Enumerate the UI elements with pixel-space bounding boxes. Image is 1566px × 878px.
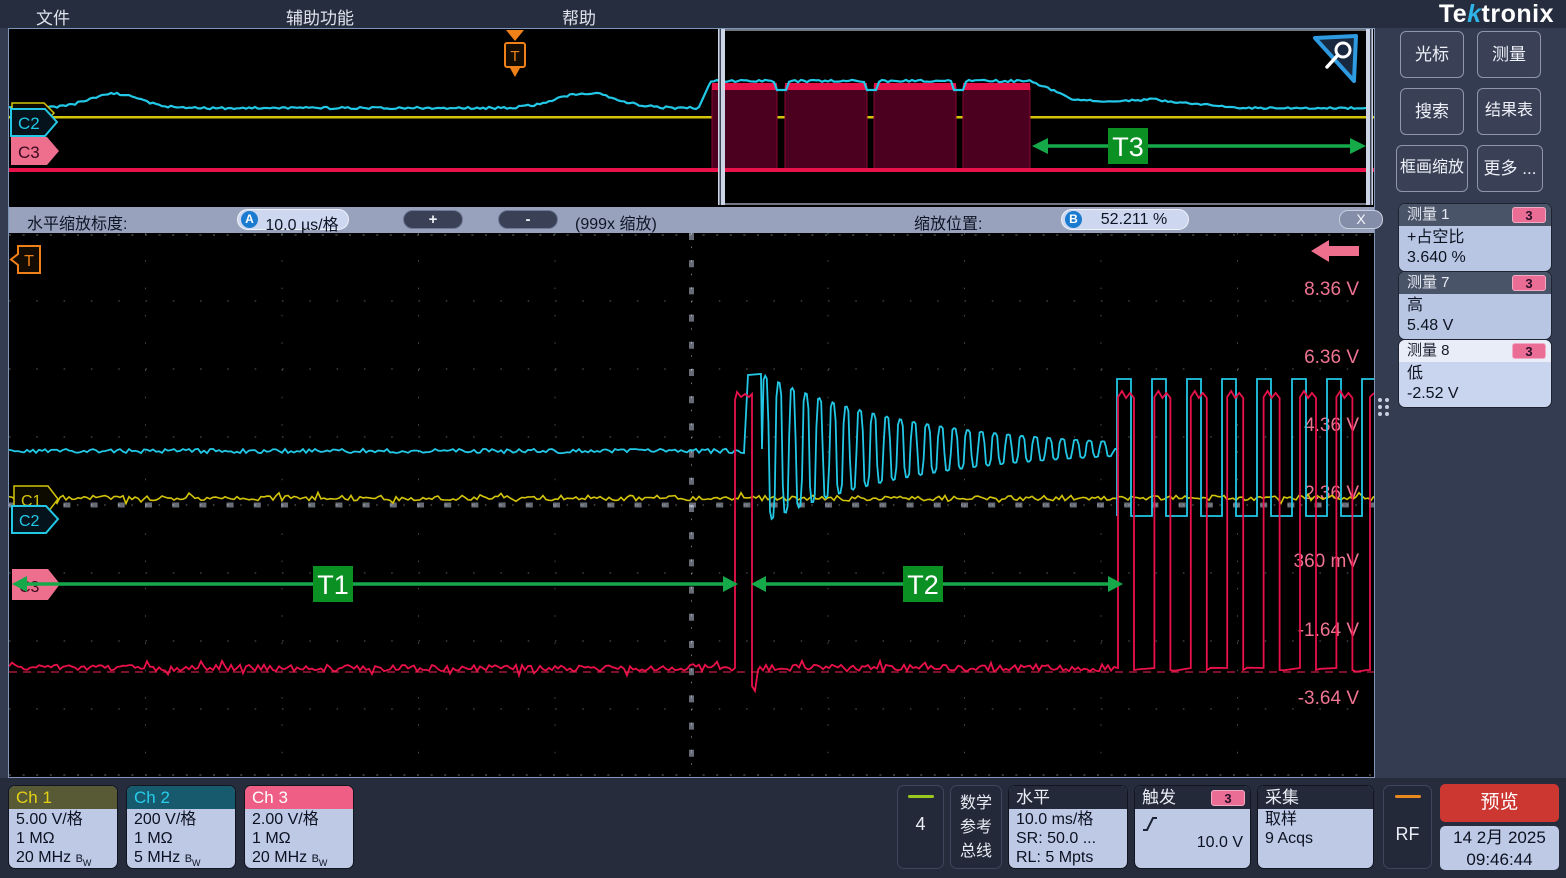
- zoom-window-right-handle[interactable]: [1366, 29, 1373, 205]
- draw-a-box-button[interactable]: 框画缩放: [1396, 145, 1468, 192]
- menu-file[interactable]: 文件: [36, 4, 70, 29]
- horizontal-record-length: RL: 5 Mpts: [1016, 848, 1120, 867]
- acquisition-badge[interactable]: 采集 取样 9 Acqs: [1257, 785, 1374, 869]
- svg-text:4.36 V: 4.36 V: [1304, 415, 1359, 436]
- waveform-overview: C2 C3 T T3: [9, 29, 1374, 207]
- menu-utility[interactable]: 辅助功能: [286, 4, 354, 29]
- measurement-source-badge: 3: [1512, 207, 1546, 223]
- math-ref-bus-button[interactable]: 数学 参考 总线: [950, 785, 1002, 869]
- measurement-badge-8[interactable]: 测量 8 3 低 -2.52 V: [1398, 339, 1552, 408]
- zoom-control-bar: 水平缩放标度: A 10.0 µs/格 + - (999x 缩放) 缩放位置: …: [9, 207, 1374, 233]
- ch2-bandwidth: 5 MHz BW: [134, 848, 228, 869]
- results-drawer-handle[interactable]: [1378, 398, 1388, 416]
- ch4-color-bar: [908, 795, 934, 798]
- overview-ch3-trace: [9, 168, 1374, 172]
- measurement-name: 低: [1407, 364, 1543, 384]
- measure-button[interactable]: 测量: [1477, 31, 1541, 78]
- zoom-window-left-handle[interactable]: [718, 29, 725, 205]
- search-button[interactable]: 搜索: [1400, 88, 1464, 135]
- menu-bar: 文件 辅助功能 帮助 Tektronix: [0, 0, 1566, 28]
- ch3-badge[interactable]: Ch 3 2.00 V/格 1 MΩ 20 MHz BW: [244, 785, 354, 869]
- t1-label: T1: [317, 570, 349, 600]
- ch4-badge[interactable]: 4: [897, 785, 944, 869]
- bottom-settings-bar: Ch 1 5.00 V/格 1 MΩ 20 MHz BW Ch 2 200 V/…: [0, 778, 1566, 878]
- horizontal-scale: 10.0 ms/格: [1016, 810, 1120, 829]
- oscilloscope-screen: 文件 辅助功能 帮助 Tektronix: [0, 0, 1566, 878]
- svg-text:T: T: [24, 253, 34, 270]
- trigger-level: 10.0 V: [1197, 833, 1243, 852]
- svg-text:C2: C2: [18, 114, 40, 133]
- svg-text:8.36 V: 8.36 V: [1304, 279, 1359, 300]
- datetime-display: 14 2月 2025 09:46:44: [1440, 826, 1559, 870]
- zoom-scale-value: 10.0 µs/格: [264, 211, 340, 235]
- date: 14 2月 2025: [1440, 827, 1559, 849]
- svg-text:C2: C2: [19, 513, 40, 530]
- ch2-badge[interactable]: Ch 2 200 V/格 1 MΩ 5 MHz BW: [126, 785, 236, 869]
- svg-text:T: T: [510, 48, 519, 65]
- ch3-bandwidth: 20 MHz BW: [252, 848, 346, 869]
- measurement-value: 5.48 V: [1407, 316, 1543, 336]
- more-button[interactable]: 更多 ...: [1477, 145, 1543, 192]
- ch1-badge[interactable]: Ch 1 5.00 V/格 1 MΩ 20 MHz BW: [8, 785, 118, 869]
- zoom-out-button[interactable]: -: [498, 210, 558, 229]
- trigger-badge[interactable]: 触发 3 10.0 V: [1134, 785, 1251, 869]
- measurement-name: +占空比: [1407, 228, 1543, 248]
- main-graticule: 8.36 V 6.36 V 4.36 V 2.36 V 360 mV -1.64…: [9, 233, 1374, 777]
- trigger-source-badge: 3: [1211, 790, 1245, 806]
- ch3-impedance: 1 MΩ: [252, 829, 346, 848]
- acquisition-count: 9 Acqs: [1265, 829, 1366, 848]
- rf-color-bar: [1395, 795, 1421, 798]
- zoom-position-value: 52.211 %: [1088, 211, 1180, 229]
- tektronix-logo: Tektronix: [1439, 0, 1554, 29]
- time: 09:46:44: [1440, 849, 1559, 871]
- zoom-position-control[interactable]: B 52.211 %: [1061, 209, 1189, 230]
- measurement-badge-7[interactable]: 测量 7 3 高 5.48 V: [1398, 271, 1552, 340]
- measurement-source-badge: 3: [1512, 343, 1546, 359]
- horizontal-badge[interactable]: 水平 10.0 ms/格 SR: 50.0 ... RL: 5 Mpts: [1008, 785, 1128, 869]
- zoom-position-label: 缩放位置:: [914, 210, 982, 234]
- svg-text:2.36 V: 2.36 V: [1304, 483, 1359, 504]
- ch1-bandwidth: 20 MHz BW: [16, 848, 110, 869]
- svg-text:6.36 V: 6.36 V: [1304, 347, 1359, 368]
- knob-a-icon: A: [241, 211, 258, 228]
- horizontal-sample-rate: SR: 50.0 ...: [1016, 829, 1120, 848]
- measurement-value: -2.52 V: [1407, 384, 1543, 404]
- t2-label: T2: [907, 570, 939, 600]
- knob-b-icon: B: [1065, 211, 1082, 228]
- rising-edge-icon: [1142, 815, 1158, 833]
- measurement-badge-1[interactable]: 测量 1 3 +占空比 3.640 %: [1398, 203, 1552, 272]
- svg-text:-3.64 V: -3.64 V: [1298, 688, 1360, 709]
- ch1-impedance: 1 MΩ: [16, 829, 110, 848]
- t3-label: T3: [1112, 132, 1144, 162]
- measurement-name: 高: [1407, 296, 1543, 316]
- measurement-value: 3.640 %: [1407, 248, 1543, 268]
- zoom-factor-readout: (999x 缩放): [575, 210, 657, 234]
- sidebar: 光标 测量 搜索 结果表 框画缩放 更多 ... 测量 1 3 +占空比 3.6…: [1390, 28, 1566, 778]
- results-table-button[interactable]: 结果表: [1477, 88, 1541, 135]
- zoom-scale-control[interactable]: A 10.0 µs/格: [237, 209, 349, 230]
- ch3-scale: 2.00 V/格: [252, 810, 346, 829]
- overview-ch1-trace: [9, 116, 1374, 119]
- ch2-scale: 200 V/格: [134, 810, 228, 829]
- display-area: C2 C3 T T3: [8, 28, 1375, 778]
- zoom-scale-label: 水平缩放标度:: [27, 210, 127, 234]
- acquisition-mode: 取样: [1265, 810, 1366, 829]
- svg-text:360 mV: 360 mV: [1294, 551, 1360, 572]
- cursors-button[interactable]: 光标: [1400, 31, 1464, 78]
- preview-status-button[interactable]: 预览: [1440, 784, 1559, 822]
- svg-text:-1.64 V: -1.64 V: [1298, 620, 1360, 641]
- zoom-in-button[interactable]: +: [403, 210, 463, 229]
- ch2-impedance: 1 MΩ: [134, 829, 228, 848]
- rf-badge[interactable]: RF: [1383, 785, 1432, 869]
- zoom-close-button[interactable]: X: [1339, 210, 1383, 229]
- measurement-source-badge: 3: [1512, 275, 1546, 291]
- ch1-scale: 5.00 V/格: [16, 810, 110, 829]
- menu-help[interactable]: 帮助: [562, 4, 596, 29]
- svg-text:C3: C3: [18, 143, 40, 162]
